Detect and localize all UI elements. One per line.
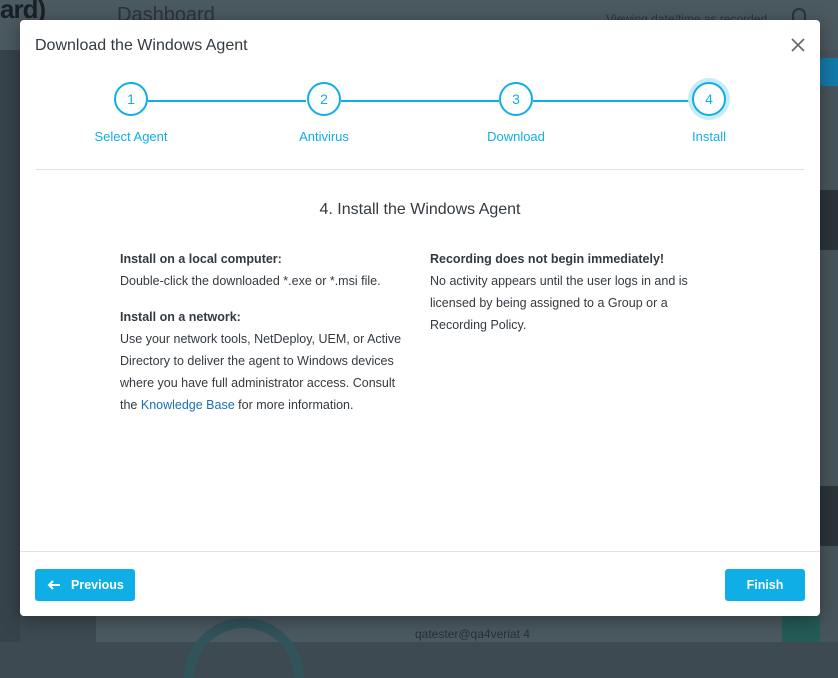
background-card	[820, 486, 838, 546]
network-text: Use your network tools, NetDeploy, UEM, …	[120, 328, 410, 416]
download-agent-modal: Download the Windows Agent 1 2 3 4 Selec…	[20, 20, 820, 616]
previous-label: Previous	[71, 578, 124, 592]
step-connector	[148, 100, 306, 102]
step-connector	[341, 100, 499, 102]
previous-button[interactable]: Previous	[35, 569, 135, 601]
background-right-panel	[820, 50, 838, 642]
stepper: 1 2 3 4 Select Agent Antivirus Download …	[20, 20, 820, 170]
local-heading: Install on a local computer:	[120, 252, 282, 266]
background-card	[820, 190, 838, 250]
background-sidebar	[0, 50, 20, 642]
step-3-label[interactable]: Download	[456, 129, 576, 144]
network-text-after: for more information.	[234, 398, 354, 412]
divider	[36, 169, 804, 170]
step-3-circle[interactable]: 3	[499, 82, 533, 116]
step-4-label[interactable]: Install	[649, 129, 769, 144]
step-4-circle[interactable]: 4	[692, 82, 726, 116]
step-2-label[interactable]: Antivirus	[264, 129, 384, 144]
recording-text: No activity appears until the user logs …	[430, 274, 688, 332]
background-user-text: qatester@qa4veriat 4	[415, 627, 530, 641]
knowledge-base-link[interactable]: Knowledge Base	[141, 398, 235, 412]
finish-button[interactable]: Finish	[725, 569, 805, 601]
background-button	[820, 58, 838, 86]
footer-divider	[20, 551, 820, 552]
step-1-label[interactable]: Select Agent	[71, 129, 191, 144]
install-instructions: Install on a local computer: Double-clic…	[120, 248, 410, 416]
step-connector	[533, 100, 691, 102]
recording-heading: Recording does not begin immediately!	[430, 252, 665, 266]
network-heading: Install on a network:	[120, 310, 241, 324]
recording-note: Recording does not begin immediately! No…	[430, 248, 720, 336]
content-heading: 4. Install the Windows Agent	[319, 201, 521, 218]
arrow-left-icon	[47, 580, 60, 590]
background-tile	[782, 616, 820, 642]
step-1-circle[interactable]: 1	[114, 82, 148, 116]
step-2-circle[interactable]: 2	[307, 82, 341, 116]
local-text: Double-click the downloaded *.exe or *.m…	[120, 274, 381, 288]
